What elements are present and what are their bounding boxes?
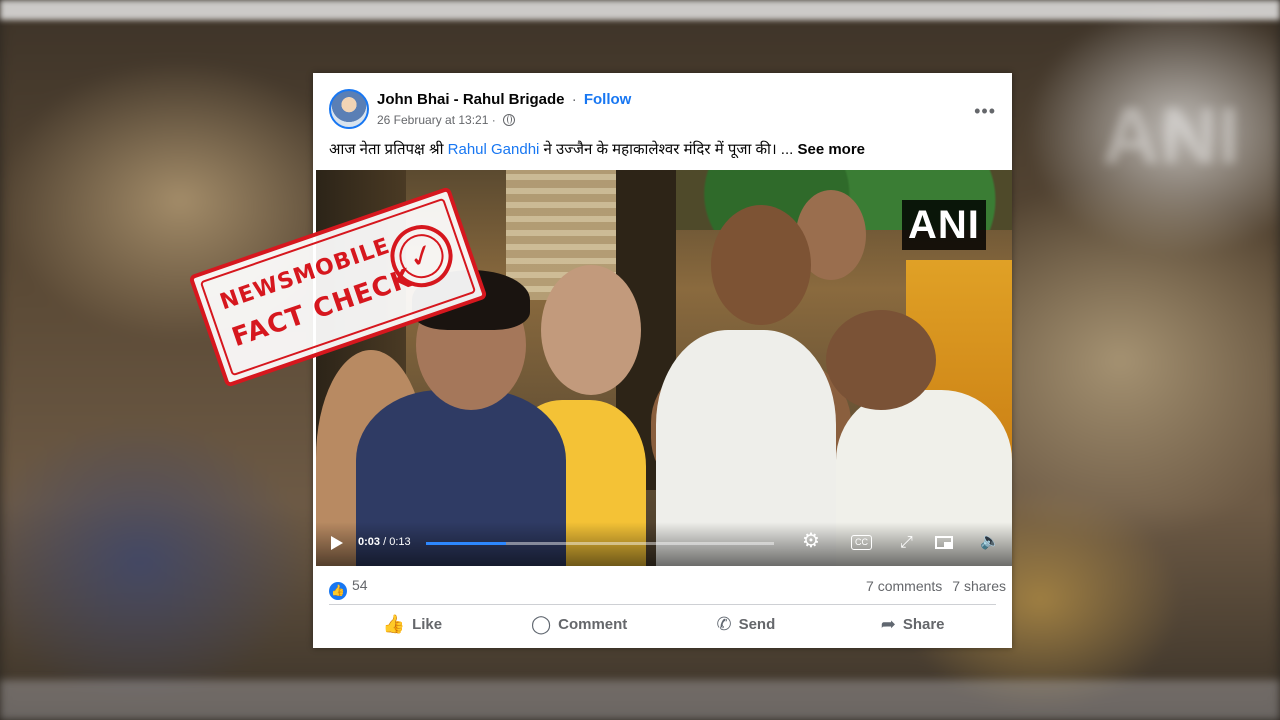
fullscreen-icon[interactable]: ⤢: [900, 534, 913, 552]
send-label: Send: [738, 615, 776, 633]
like-label: Like: [412, 615, 443, 633]
mention-link[interactable]: Rahul Gandhi: [448, 141, 540, 158]
avatar[interactable]: [329, 89, 369, 129]
current-time: 0:03: [358, 536, 381, 548]
video-person-yellow-head: [541, 265, 641, 395]
send-icon: ✆: [716, 613, 732, 634]
share-button[interactable]: ➦ Share: [829, 608, 996, 640]
see-more-link[interactable]: See more: [797, 141, 865, 158]
post-header: John Bhai - Rahul Brigade · Follow 26 Fe…: [329, 89, 996, 131]
comment-button[interactable]: ◯ Comment: [496, 608, 663, 640]
volume-muted-icon[interactable]: 🔈: [980, 533, 1000, 551]
divider: [329, 604, 996, 605]
comments-count[interactable]: 7 comments: [866, 578, 942, 594]
ani-watermark: ANI: [902, 200, 986, 250]
video-controls: 0:03 / 0:13 ⚙ CC ⤢ 🔈: [316, 522, 1012, 566]
reaction-count: 54: [352, 577, 368, 593]
picture-in-picture-icon[interactable]: [935, 536, 953, 549]
like-reaction-icon: 👍: [329, 582, 347, 600]
share-icon: ➦: [880, 613, 896, 634]
globe-icon: [503, 114, 516, 126]
facebook-post-card: John Bhai - Rahul Brigade · Follow 26 Fe…: [313, 73, 1012, 648]
reactions-summary[interactable]: 👍 54: [329, 577, 368, 600]
post-timestamp[interactable]: 26 February at 13:21 ·: [377, 113, 496, 127]
video-progress-fill: [426, 542, 507, 545]
background-top-band: [0, 0, 1280, 20]
post-text-end: ने उज्जैन के महाकालेश्वर मंदिर में पूजा …: [539, 141, 798, 158]
video-person-right-head: [826, 310, 936, 410]
captions-icon[interactable]: CC: [851, 535, 872, 550]
video-time: 0:03 / 0:13: [358, 536, 411, 548]
video-person-center-head: [711, 205, 811, 325]
background-watermark: ANI: [1102, 91, 1240, 180]
settings-gear-icon[interactable]: ⚙: [802, 531, 820, 551]
more-options-icon[interactable]: •••: [974, 101, 996, 122]
comment-icon: ◯: [530, 613, 552, 634]
follow-button[interactable]: Follow: [584, 91, 632, 108]
play-icon[interactable]: [331, 536, 343, 550]
like-icon: 👍: [382, 613, 406, 634]
post-text: आज नेता प्रतिपक्ष श्री Rahul Gandhi ने उ…: [329, 139, 865, 159]
share-label: Share: [902, 615, 945, 633]
separator-dot: ·: [571, 91, 577, 108]
stamp-check-mark: ✓: [403, 235, 440, 277]
like-button[interactable]: 👍 Like: [329, 608, 496, 640]
post-stats: 7 comments 7 shares: [866, 578, 1006, 594]
video-progress-bar[interactable]: [426, 542, 774, 545]
send-button[interactable]: ✆ Send: [663, 608, 830, 640]
total-time: / 0:13: [380, 536, 411, 548]
post-meta: 26 February at 13:21 ·: [377, 113, 516, 127]
post-text-start: आज नेता प्रतिपक्ष श्री: [329, 141, 448, 158]
background-bottom-band: [0, 680, 1280, 720]
shares-count[interactable]: 7 shares: [952, 578, 1006, 594]
author-name[interactable]: John Bhai - Rahul Brigade: [377, 91, 565, 108]
comment-label: Comment: [558, 615, 628, 633]
post-actions-bar: 👍 Like ◯ Comment ✆ Send ➦ Share: [329, 608, 996, 640]
author-line: John Bhai - Rahul Brigade · Follow: [377, 91, 631, 108]
